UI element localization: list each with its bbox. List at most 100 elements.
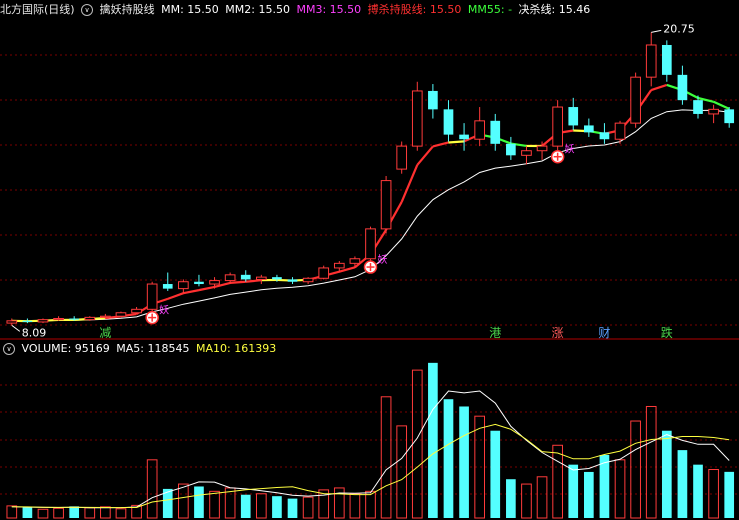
volume-bar <box>255 493 267 519</box>
event-mark: 涨 <box>552 325 564 340</box>
candle-body <box>69 318 80 320</box>
candle-body <box>365 228 376 260</box>
bosha-line-segment <box>432 141 449 148</box>
bosha-line-segment <box>183 289 200 295</box>
candle-body <box>677 74 688 101</box>
bosha-line-segment <box>230 280 246 285</box>
chart-svg[interactable]: 20.758.09妖妖妖减港涨财跌 <box>0 0 739 520</box>
volume-bar <box>693 464 703 518</box>
candle-body <box>599 132 610 140</box>
volume-bar <box>37 508 49 519</box>
candle-body <box>146 283 158 310</box>
yao-label: 妖 <box>378 253 388 266</box>
volume-bar <box>22 507 33 518</box>
yao-label: 妖 <box>159 304 169 317</box>
volume-bar <box>6 505 18 519</box>
volume-bar <box>100 506 111 519</box>
candle-body <box>302 277 314 283</box>
bosha-line-segment <box>245 279 262 283</box>
volume-bar <box>568 464 579 518</box>
high-label: 20.75 <box>663 22 695 35</box>
candle-body <box>630 76 641 124</box>
candle-body <box>536 145 548 152</box>
volume-bar <box>411 369 423 519</box>
volume-bar <box>380 396 392 519</box>
volume-bar <box>272 496 282 518</box>
candle-body <box>272 277 282 280</box>
volume-bar <box>552 444 563 519</box>
candle-body <box>614 122 626 140</box>
volume-bar <box>645 405 657 519</box>
candle-body <box>53 318 64 321</box>
volume-bar <box>661 430 672 518</box>
volume-ma10-line <box>11 423 730 509</box>
chart-stage: 北方国际(日线) ∨ 擒妖持股线 MM: 15.50 MM2: 15.50 MM… <box>0 0 739 520</box>
event-mark: 减 <box>99 326 111 340</box>
candle-body <box>6 320 18 324</box>
candle-body <box>474 120 486 140</box>
candle-body <box>443 109 454 135</box>
volume-bar <box>490 430 501 518</box>
volume-bar <box>630 420 641 519</box>
candle-body <box>194 281 204 285</box>
candle-body <box>131 308 142 314</box>
volume-bar <box>178 483 189 519</box>
volume-bar <box>84 507 96 519</box>
candle-body <box>708 108 719 115</box>
candle-body <box>255 276 267 280</box>
candle-body <box>521 150 532 156</box>
volume-bar <box>333 487 345 519</box>
event-mark: 跌 <box>661 325 673 340</box>
volume-bar <box>724 471 735 518</box>
candle-body <box>178 281 189 290</box>
volume-bar <box>209 490 220 519</box>
candle-body <box>240 274 251 280</box>
candle-body <box>661 44 672 75</box>
bosha-line-segment <box>167 292 184 300</box>
candle-body <box>490 120 501 144</box>
volume-bar <box>349 493 361 519</box>
volume-bar <box>302 496 314 519</box>
candle-body <box>645 44 657 78</box>
candle-body <box>115 312 127 317</box>
volume-bar <box>521 483 532 519</box>
volume-bar <box>536 476 548 519</box>
candle-body <box>584 125 594 133</box>
bosha-line-segment <box>416 145 434 166</box>
line-layer <box>11 83 730 323</box>
candle-body <box>552 106 563 147</box>
event-mark: 港 <box>489 326 501 340</box>
volume-bar <box>614 459 626 519</box>
candle-body <box>100 315 111 318</box>
annotation-layer: 20.758.09妖妖妖减港涨财跌 <box>11 22 695 340</box>
candle-body <box>506 143 516 156</box>
bosha-line-segment <box>650 83 668 92</box>
volume-bar <box>443 399 454 518</box>
candle-body <box>318 267 330 279</box>
candle-body <box>162 284 173 289</box>
high-pointer <box>651 29 662 33</box>
event-mark: 财 <box>598 326 610 340</box>
bosha-line-segment <box>400 164 419 203</box>
candle-body <box>287 279 298 282</box>
bosha-line-segment <box>198 285 215 292</box>
low-pointer <box>11 325 21 332</box>
candle-body <box>459 134 469 140</box>
candle-body <box>224 274 236 282</box>
bosha-line-segment <box>713 100 730 110</box>
candle-layer <box>6 32 735 326</box>
candle-body <box>22 320 33 322</box>
bosha-line-segment <box>448 140 465 144</box>
volume-bar <box>428 362 438 518</box>
volume-bar <box>69 506 80 518</box>
volume-bar <box>146 459 158 519</box>
volume-bar <box>365 490 376 519</box>
candle-body <box>349 258 361 264</box>
candle-body <box>568 107 579 126</box>
volume-bar <box>115 508 127 519</box>
candle-body <box>84 316 96 321</box>
volume-bar <box>677 450 688 518</box>
candle-body <box>428 90 438 110</box>
juesha-line <box>11 109 730 322</box>
candle-body <box>333 262 345 269</box>
